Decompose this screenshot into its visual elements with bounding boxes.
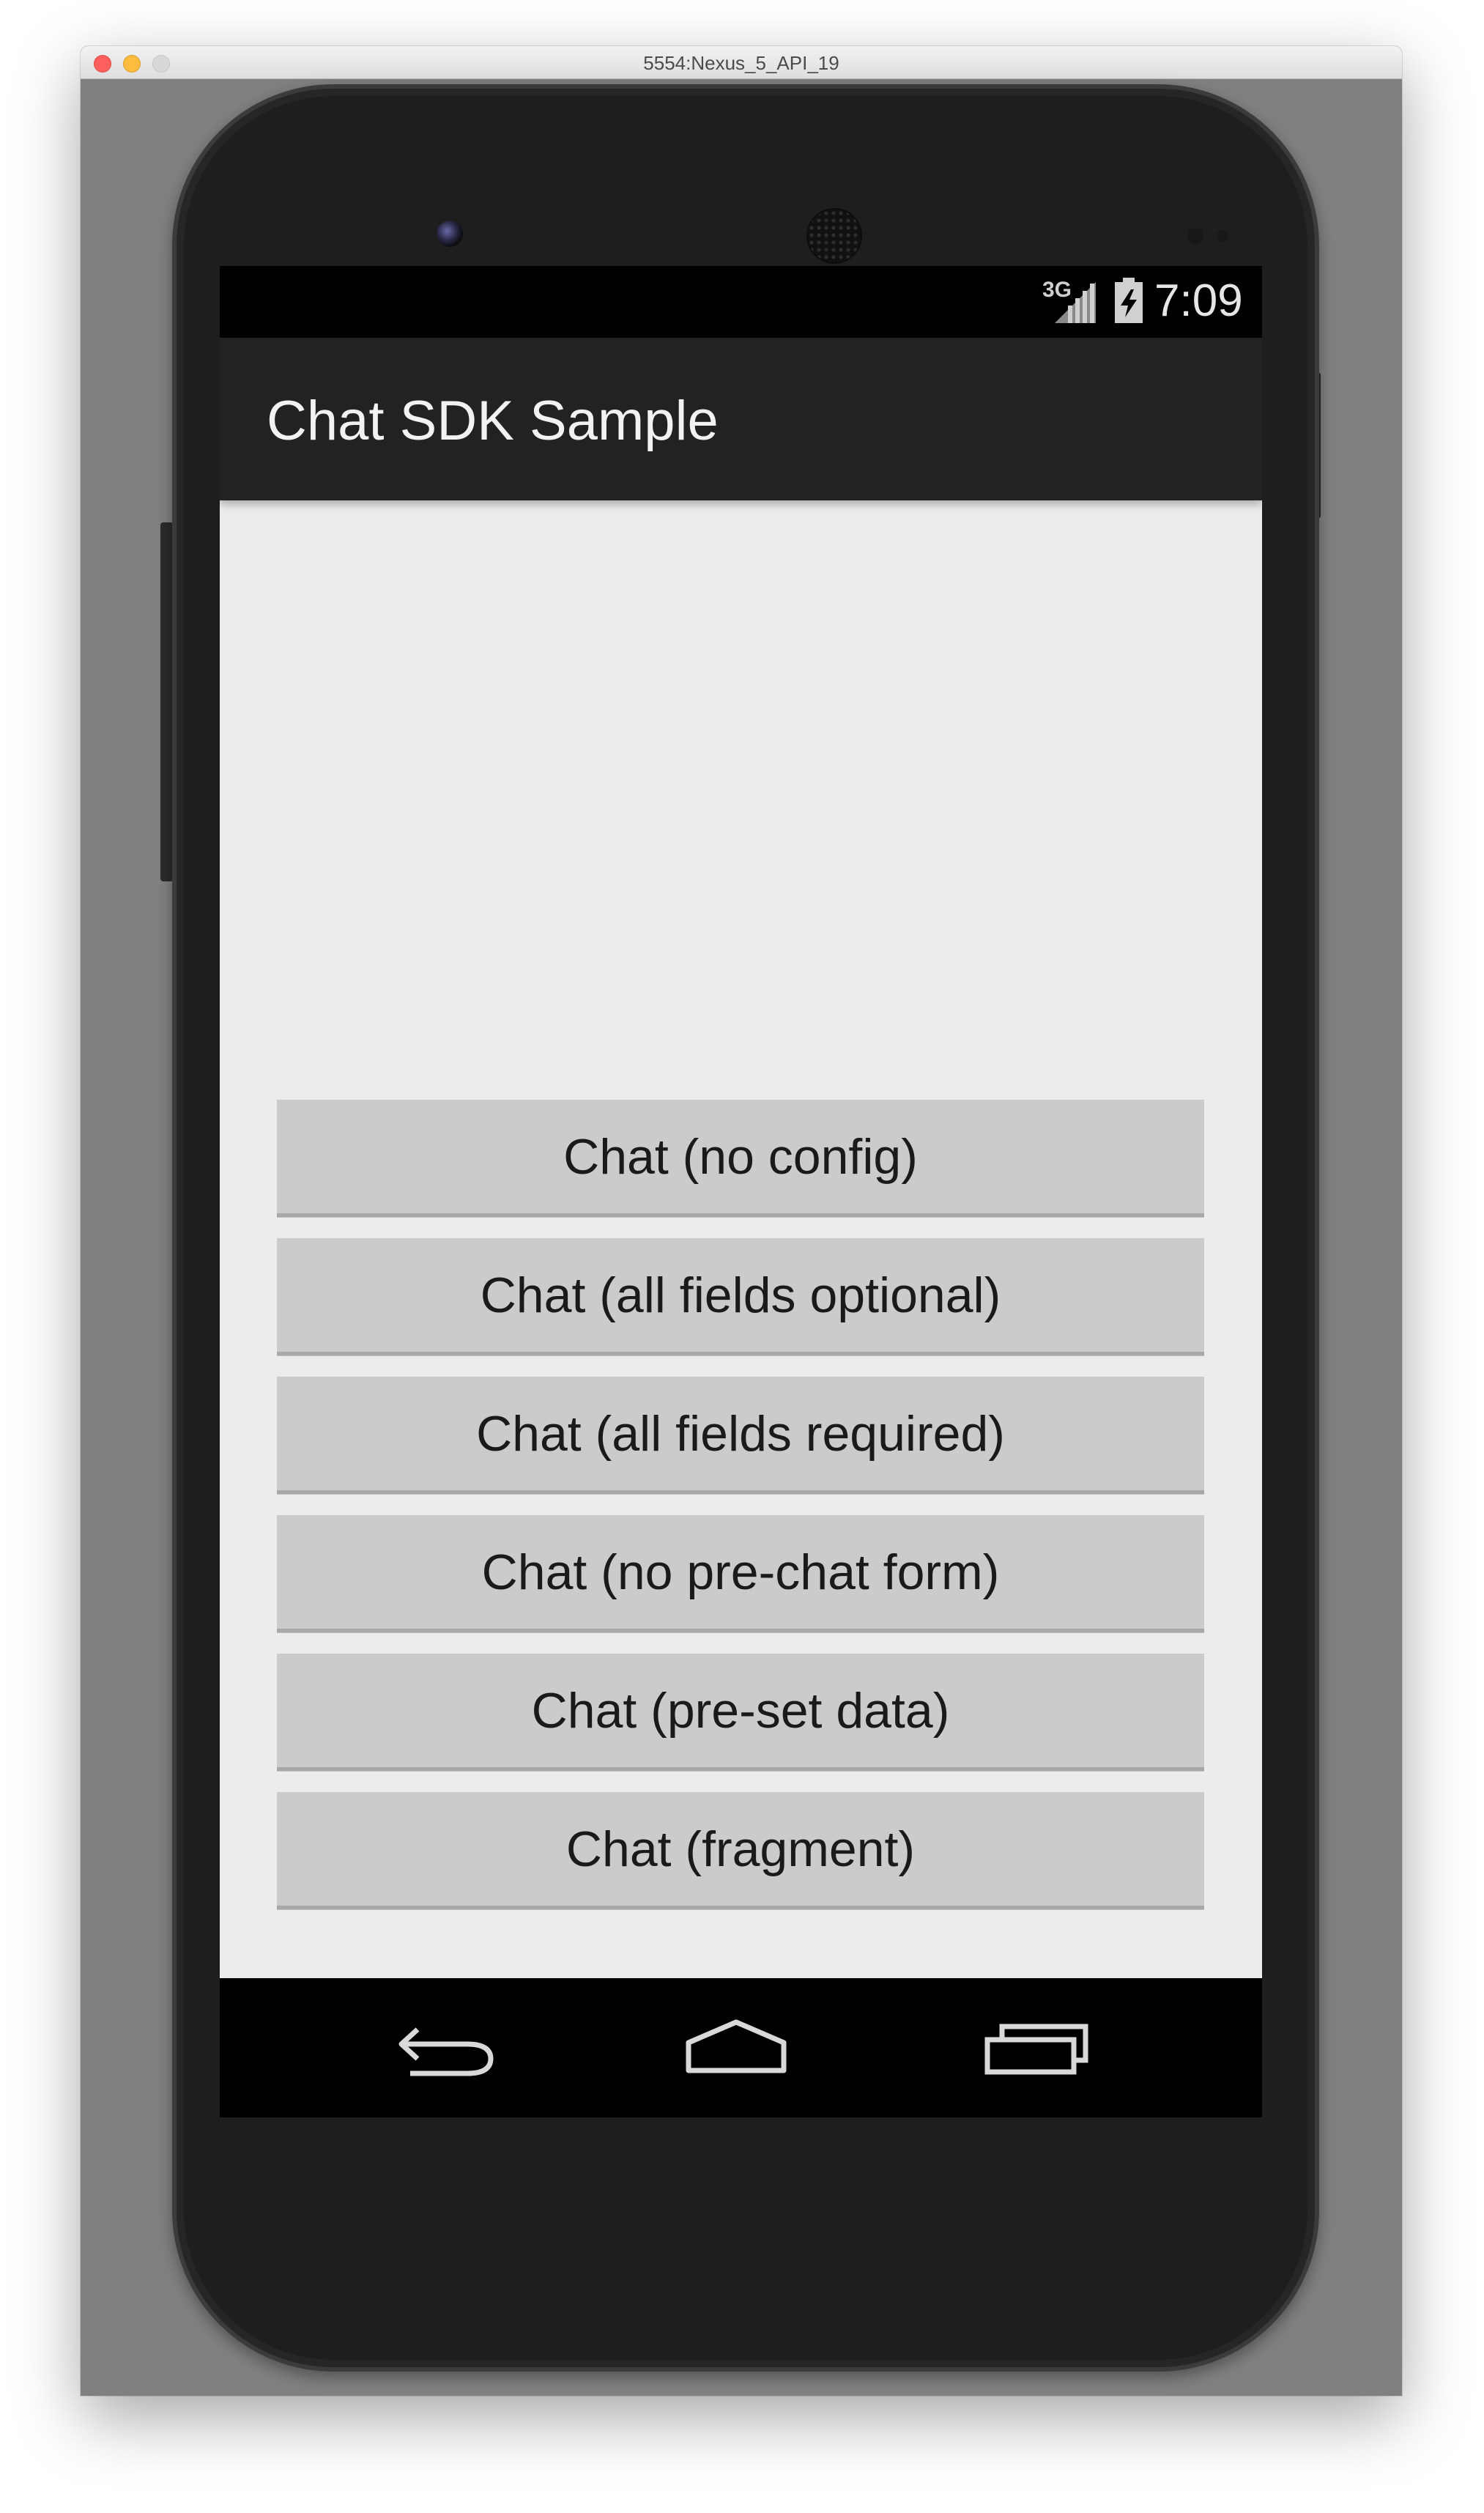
battery-icon xyxy=(1115,278,1143,323)
window-titlebar: 5554:Nexus_5_API_19 xyxy=(81,46,1402,79)
chat-all-fields-required-button[interactable]: Chat (all fields required) xyxy=(277,1377,1204,1494)
main-content: Chat (no config) Chat (all fields option… xyxy=(220,500,1262,1980)
earpiece-speaker-icon xyxy=(806,208,862,264)
chat-fragment-button[interactable]: Chat (fragment) xyxy=(277,1792,1204,1909)
action-bar: Chat SDK Sample xyxy=(220,338,1262,500)
navigation-bar xyxy=(220,1978,1262,2117)
signal-icon xyxy=(1055,282,1096,323)
proximity-sensor-icon xyxy=(1187,228,1203,244)
front-camera-icon xyxy=(437,221,463,247)
chat-all-fields-optional-button[interactable]: Chat (all fields optional) xyxy=(277,1238,1204,1355)
device-screen: 3G 7:09 Chat SDK Sample Chat (no config)… xyxy=(220,266,1262,2117)
emulator-window: 5554:Nexus_5_API_19 3G 7:09 Chat SDK Sam… xyxy=(81,46,1402,2396)
status-bar: 3G 7:09 xyxy=(220,266,1262,338)
window-title: 5554:Nexus_5_API_19 xyxy=(643,52,839,74)
recents-icon[interactable] xyxy=(982,2013,1091,2079)
chat-pre-set-data-button[interactable]: Chat (pre-set data) xyxy=(277,1654,1204,1771)
chat-no-config-button[interactable]: Chat (no config) xyxy=(277,1100,1204,1217)
back-icon[interactable] xyxy=(396,2013,498,2079)
chat-no-pre-chat-form-button[interactable]: Chat (no pre-chat form) xyxy=(277,1515,1204,1632)
home-icon[interactable] xyxy=(681,2013,791,2079)
light-sensor-icon xyxy=(1217,230,1228,242)
status-clock: 7:09 xyxy=(1154,275,1243,326)
app-title: Chat SDK Sample xyxy=(267,390,719,452)
